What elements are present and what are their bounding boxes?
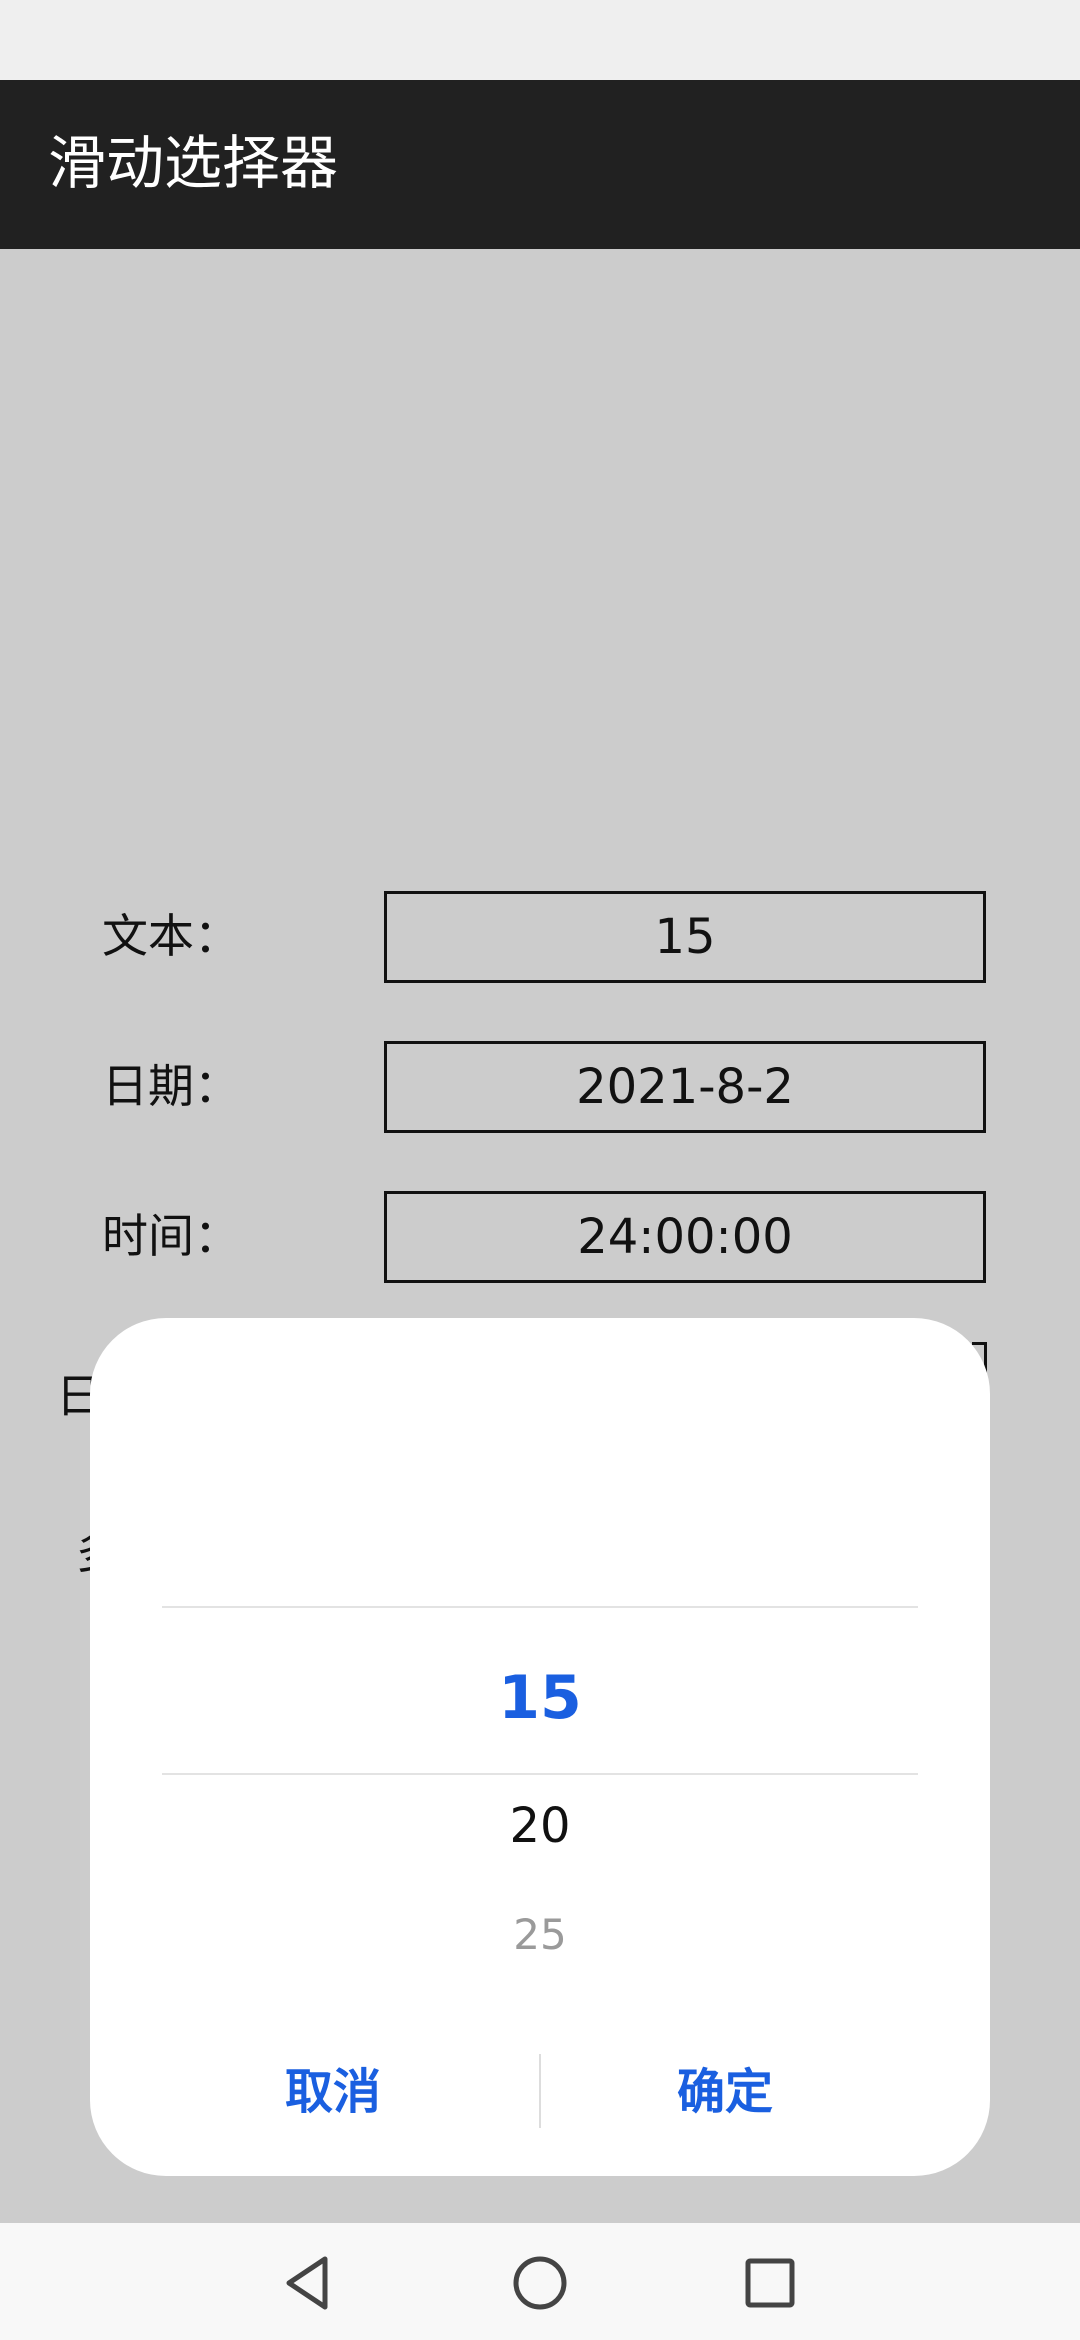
text-picker-field[interactable]: 15 bbox=[384, 891, 986, 983]
picker-option[interactable]: 25 bbox=[90, 1910, 990, 1960]
status-bar bbox=[0, 0, 1080, 80]
form-row-text: 文本： 15 bbox=[0, 891, 1080, 983]
date-label: 日期： bbox=[102, 1059, 240, 1113]
recents-icon[interactable] bbox=[738, 2251, 802, 2315]
picker-selected-item[interactable]: 15 bbox=[90, 1658, 990, 1738]
dialog-button-divider bbox=[539, 2054, 541, 2128]
navigation-bar bbox=[0, 2223, 1080, 2340]
time-label: 时间： bbox=[102, 1209, 240, 1263]
form-row-time: 时间： 24:00:00 bbox=[0, 1191, 1080, 1283]
form-row-date: 日期： 2021-8-2 bbox=[0, 1041, 1080, 1133]
home-icon[interactable] bbox=[508, 2251, 572, 2315]
picker-dialog: 15 20 25 取消 确定 bbox=[90, 1318, 990, 2176]
time-picker-field[interactable]: 24:00:00 bbox=[384, 1191, 986, 1283]
text-label: 文本： bbox=[102, 909, 240, 963]
app-bar: 滑动选择器 bbox=[0, 80, 1080, 249]
picker-top-divider bbox=[162, 1606, 918, 1608]
date-picker-field[interactable]: 2021-8-2 bbox=[384, 1041, 986, 1133]
picker-option[interactable]: 20 bbox=[90, 1796, 990, 1856]
confirm-button[interactable]: 确定 bbox=[575, 2062, 875, 2122]
page-title: 滑动选择器 bbox=[48, 129, 339, 197]
back-icon[interactable] bbox=[277, 2251, 341, 2315]
cancel-button[interactable]: 取消 bbox=[183, 2062, 483, 2122]
picker-bottom-divider bbox=[162, 1773, 918, 1775]
